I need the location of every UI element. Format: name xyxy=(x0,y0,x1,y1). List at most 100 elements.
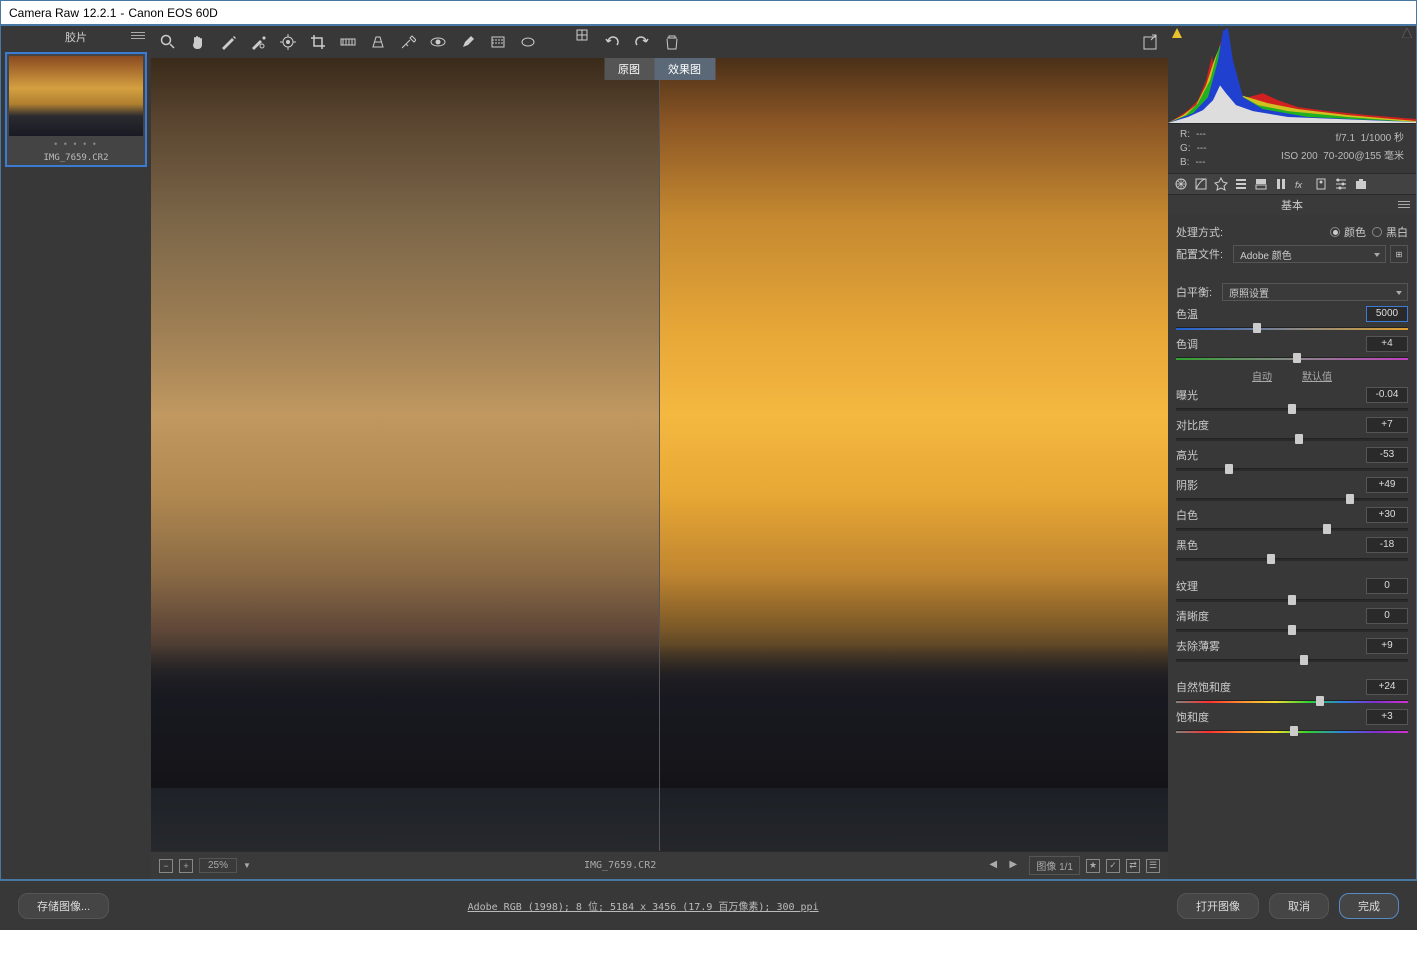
tint-thumb[interactable] xyxy=(1293,353,1301,363)
profile-dropdown[interactable]: Adobe 颜色 xyxy=(1233,245,1386,263)
split-labels: 原图 效果图 xyxy=(604,58,715,80)
contrast-value[interactable]: +7 xyxy=(1366,417,1408,433)
graduated-filter-tool-icon[interactable] xyxy=(489,33,507,51)
transform-tool-icon[interactable] xyxy=(369,33,387,51)
blacks-thumb[interactable] xyxy=(1267,554,1275,564)
slider-tint[interactable]: 色调+4 xyxy=(1176,336,1408,363)
crop-tool-icon[interactable] xyxy=(309,33,327,51)
texture-value[interactable]: 0 xyxy=(1366,578,1408,594)
thumbnail[interactable]: • • • • • IMG_7659.CR2 xyxy=(1,48,151,171)
shadows-value[interactable]: +49 xyxy=(1366,477,1408,493)
tab-lens[interactable] xyxy=(1272,175,1290,193)
color-sampler-tool-icon[interactable] xyxy=(249,33,267,51)
tab-curve[interactable] xyxy=(1192,175,1210,193)
workflow-options-link[interactable]: Adobe RGB (1998); 8 位; 5184 x 3456 (17.9… xyxy=(109,898,1177,913)
exposure-value[interactable]: -0.04 xyxy=(1366,387,1408,403)
tab-detail[interactable] xyxy=(1212,175,1230,193)
treatment-color-radio[interactable]: 颜色 xyxy=(1330,224,1366,240)
temp-value[interactable]: 5000 xyxy=(1366,306,1408,322)
tab-split-tone[interactable] xyxy=(1252,175,1270,193)
radial-filter-tool-icon[interactable] xyxy=(519,33,537,51)
treatment-bw-radio[interactable]: 黑白 xyxy=(1372,224,1408,240)
dehaze-value[interactable]: +9 xyxy=(1366,638,1408,654)
trash-icon[interactable] xyxy=(663,33,681,51)
shadows-thumb[interactable] xyxy=(1346,494,1354,504)
contrast-thumb[interactable] xyxy=(1295,434,1303,444)
panel-menu-icon[interactable] xyxy=(1398,201,1410,209)
tab-effects[interactable]: fx xyxy=(1292,175,1310,193)
zoom-out-button[interactable]: − xyxy=(159,859,173,873)
target-adjust-tool-icon[interactable] xyxy=(279,33,297,51)
slider-saturation[interactable]: 饱和度+3 xyxy=(1176,709,1408,736)
texture-thumb[interactable] xyxy=(1288,595,1296,605)
slider-temp[interactable]: 色温5000 xyxy=(1176,306,1408,333)
exposure-thumb[interactable] xyxy=(1288,404,1296,414)
slider-vibrance[interactable]: 自然饱和度+24 xyxy=(1176,679,1408,706)
select-all-icon[interactable]: ✓ xyxy=(1106,859,1120,873)
sync-icon[interactable]: ⇄ xyxy=(1126,859,1140,873)
default-link[interactable]: 默认值 xyxy=(1302,368,1332,383)
treatment-label: 处理方式: xyxy=(1176,224,1223,240)
slider-dehaze[interactable]: 去除薄雾+9 xyxy=(1176,638,1408,665)
adjustment-brush-tool-icon[interactable] xyxy=(459,33,477,51)
blacks-value[interactable]: -18 xyxy=(1366,537,1408,553)
highlights-value[interactable]: -53 xyxy=(1366,447,1408,463)
zoom-in-button[interactable]: + xyxy=(179,859,193,873)
thumbnail-rating[interactable]: • • • • • xyxy=(9,136,143,149)
prev-image-icon[interactable]: ◀ xyxy=(989,859,1003,873)
hand-tool-icon[interactable] xyxy=(189,33,207,51)
histogram[interactable] xyxy=(1168,26,1416,124)
shadow-clip-icon[interactable] xyxy=(1172,28,1182,38)
whites-thumb[interactable] xyxy=(1323,524,1331,534)
save-image-button[interactable]: 存储图像... xyxy=(18,893,109,919)
slider-blacks[interactable]: 黑色-18 xyxy=(1176,537,1408,564)
tint-value[interactable]: +4 xyxy=(1366,336,1408,352)
slider-texture[interactable]: 纹理0 xyxy=(1176,578,1408,605)
redeye-tool-icon[interactable] xyxy=(429,33,447,51)
spot-removal-tool-icon[interactable] xyxy=(399,33,417,51)
slider-clarity[interactable]: 清晰度0 xyxy=(1176,608,1408,635)
auto-link[interactable]: 自动 xyxy=(1252,368,1272,383)
saturation-thumb[interactable] xyxy=(1290,726,1298,736)
profile-browser-button[interactable]: ⊞ xyxy=(1390,245,1408,263)
export-icon[interactable] xyxy=(1142,33,1160,51)
slider-exposure[interactable]: 曝光-0.04 xyxy=(1176,387,1408,414)
undo-icon[interactable] xyxy=(603,33,621,51)
settings-icon[interactable]: ☰ xyxy=(1146,859,1160,873)
tab-presets[interactable] xyxy=(1332,175,1350,193)
preview-toggle-icon[interactable] xyxy=(573,33,591,51)
vibrance-thumb[interactable] xyxy=(1316,696,1324,706)
image-counter: 图像 1/1 xyxy=(1029,856,1080,875)
highlights-thumb[interactable] xyxy=(1225,464,1233,474)
temp-thumb[interactable] xyxy=(1253,323,1261,333)
rating-icon[interactable]: ★ xyxy=(1086,859,1100,873)
redo-icon[interactable] xyxy=(633,33,651,51)
done-button[interactable]: 完成 xyxy=(1339,893,1399,919)
white-balance-tool-icon[interactable] xyxy=(219,33,237,51)
tab-calibration[interactable] xyxy=(1312,175,1330,193)
whites-value[interactable]: +30 xyxy=(1366,507,1408,523)
preview-area[interactable]: 原图 效果图 xyxy=(151,58,1168,851)
zoom-level[interactable]: 25% xyxy=(199,858,237,873)
open-image-button[interactable]: 打开图像 xyxy=(1177,893,1259,919)
tab-hsl[interactable] xyxy=(1232,175,1250,193)
filmstrip-menu-icon[interactable] xyxy=(131,32,145,40)
slider-contrast[interactable]: 对比度+7 xyxy=(1176,417,1408,444)
clarity-value[interactable]: 0 xyxy=(1366,608,1408,624)
tab-snapshots[interactable] xyxy=(1352,175,1370,193)
tab-basic[interactable] xyxy=(1172,175,1190,193)
slider-whites[interactable]: 白色+30 xyxy=(1176,507,1408,534)
next-image-icon[interactable]: ▶ xyxy=(1009,859,1023,873)
highlight-clip-icon[interactable] xyxy=(1402,28,1412,38)
clarity-thumb[interactable] xyxy=(1288,625,1296,635)
straighten-tool-icon[interactable] xyxy=(339,33,357,51)
slider-highlights[interactable]: 高光-53 xyxy=(1176,447,1408,474)
slider-shadows[interactable]: 阴影+49 xyxy=(1176,477,1408,504)
wb-dropdown[interactable]: 原照设置 xyxy=(1222,283,1408,301)
dehaze-thumb[interactable] xyxy=(1300,655,1308,665)
saturation-value[interactable]: +3 xyxy=(1366,709,1408,725)
cancel-button[interactable]: 取消 xyxy=(1269,893,1329,919)
vibrance-value[interactable]: +24 xyxy=(1366,679,1408,695)
zoom-dropdown-icon[interactable]: ▼ xyxy=(243,861,251,870)
zoom-tool-icon[interactable] xyxy=(159,33,177,51)
